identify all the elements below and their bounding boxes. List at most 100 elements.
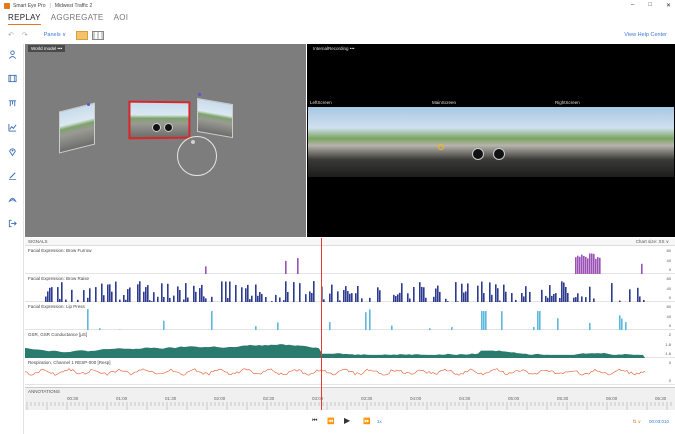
help-center-link[interactable]: View Help Center — [624, 32, 667, 38]
signal-bar — [505, 291, 507, 302]
maximize-button[interactable]: □ — [648, 2, 652, 9]
signal-bar — [87, 297, 89, 302]
signal-bar — [589, 322, 591, 330]
chart-icon[interactable] — [8, 123, 17, 132]
signal-title: Facial Expression: Brow Raise — [28, 276, 90, 281]
right-gauge-icon — [164, 123, 173, 132]
signal-bar — [169, 297, 171, 302]
current-time: 00:03:010 — [648, 419, 669, 424]
camera-label: MainScreen — [432, 100, 457, 105]
toolbar: ↶ ↷ Panels ∨ View Help Center — [0, 28, 675, 42]
minimize-button[interactable]: – — [631, 2, 634, 9]
world-model-panel[interactable]: World model ••• — [25, 44, 306, 237]
signal-bar — [413, 287, 415, 302]
signal-bar — [195, 291, 197, 302]
skip-back-button[interactable]: ⏮ — [312, 418, 317, 425]
signal-bar — [71, 289, 73, 302]
timeline-icon[interactable] — [8, 99, 17, 108]
world-model-label[interactable]: World model ••• — [28, 45, 66, 52]
step-back-button[interactable]: ⏪ — [327, 418, 334, 425]
annotations-timeline[interactable]: ANNOTATIONS 00:30 01:00 01:30 02:00 02:30 03:… — [25, 387, 675, 410]
signal-bar — [125, 299, 127, 302]
signal-bar — [425, 297, 427, 302]
signal-bar — [177, 286, 179, 302]
signal-bar — [61, 282, 63, 302]
signal-bar — [357, 286, 359, 302]
main-screen-frame — [128, 100, 191, 140]
recording-label[interactable]: InternalRecording ••• — [310, 45, 358, 52]
gaze-marker — [438, 144, 444, 150]
signal-bar — [445, 298, 447, 302]
pen-icon[interactable] — [8, 171, 17, 180]
zoom-selector[interactable]: ⇅ ∨ — [633, 419, 641, 425]
signal-bar — [59, 298, 61, 302]
signal-bar — [369, 297, 371, 302]
signal-bar — [145, 287, 147, 302]
signal-bar — [163, 297, 165, 302]
bookmark-icon[interactable] — [8, 195, 17, 204]
tab-aggregate[interactable]: AGGREGATE — [51, 13, 104, 25]
signal-bar — [241, 287, 243, 302]
signal-bar — [585, 297, 587, 302]
film-icon[interactable] — [8, 74, 17, 83]
signal-bar — [515, 299, 517, 302]
close-button[interactable]: ✕ — [666, 2, 671, 9]
chart-size-dropdown[interactable]: Chart size: XS ∨ — [636, 239, 669, 245]
signal-bar — [277, 322, 279, 330]
marker-dot — [87, 103, 90, 106]
signal-bar — [555, 293, 557, 302]
signal-bar — [249, 299, 251, 302]
signal-bar — [533, 326, 535, 330]
panels-dropdown[interactable]: Panels ∨ — [44, 32, 66, 38]
signal-bar — [45, 296, 47, 302]
signal-bar — [553, 294, 555, 302]
tab-aoi[interactable]: AOI — [114, 13, 129, 25]
speed-selector[interactable]: 1x — [377, 419, 382, 424]
signal-trace — [205, 253, 643, 274]
scale-bottom: 0 — [668, 295, 671, 300]
signal-bar — [65, 299, 67, 302]
signal-bar — [157, 296, 159, 302]
playhead-cursor[interactable] — [321, 238, 322, 410]
signal-bar — [247, 284, 249, 302]
signal-bar — [347, 291, 349, 302]
left-gauge-icon — [152, 123, 161, 132]
signal-bar — [271, 301, 273, 302]
signal-bar — [305, 294, 307, 302]
step-forward-button[interactable]: ⏩ — [363, 418, 370, 425]
play-button[interactable]: ▶ — [344, 416, 350, 425]
signal-bar — [279, 297, 281, 302]
signal-bar — [585, 256, 587, 274]
signal-bar — [203, 296, 205, 302]
signal-bar — [127, 289, 129, 302]
signal-bar — [579, 256, 581, 274]
layout-grid-button[interactable] — [76, 30, 89, 40]
respiration-line — [25, 368, 645, 376]
signal-bar — [447, 301, 449, 302]
recording-panel[interactable]: InternalRecording ••• LeftScreen MainScr… — [307, 44, 675, 237]
export-icon[interactable] — [8, 219, 17, 228]
signal-bar — [297, 258, 299, 274]
tab-replay[interactable]: REPLAY — [8, 13, 41, 25]
undo-button[interactable]: ↶ — [8, 31, 14, 39]
signal-bar — [137, 284, 139, 302]
signals-title: SIGNALS — [28, 239, 48, 244]
signal-bar — [199, 288, 201, 302]
redo-button[interactable]: ↷ — [22, 31, 28, 39]
layout-list-button[interactable] — [92, 30, 105, 40]
signal-bar — [255, 284, 257, 302]
signal-bar — [551, 295, 553, 302]
person-icon[interactable] — [8, 50, 17, 59]
signal-bar — [619, 300, 621, 302]
signal-bar — [351, 293, 353, 302]
signal-bar — [435, 288, 437, 302]
signal-bar — [259, 292, 261, 302]
signal-bar — [201, 284, 203, 302]
signal-bar — [451, 327, 453, 330]
signal-bar — [587, 258, 589, 274]
signal-bar — [99, 328, 101, 330]
location-icon[interactable] — [8, 147, 17, 156]
signal-bar — [47, 291, 49, 302]
signal-bar — [391, 325, 393, 330]
signal-bar — [567, 293, 569, 302]
